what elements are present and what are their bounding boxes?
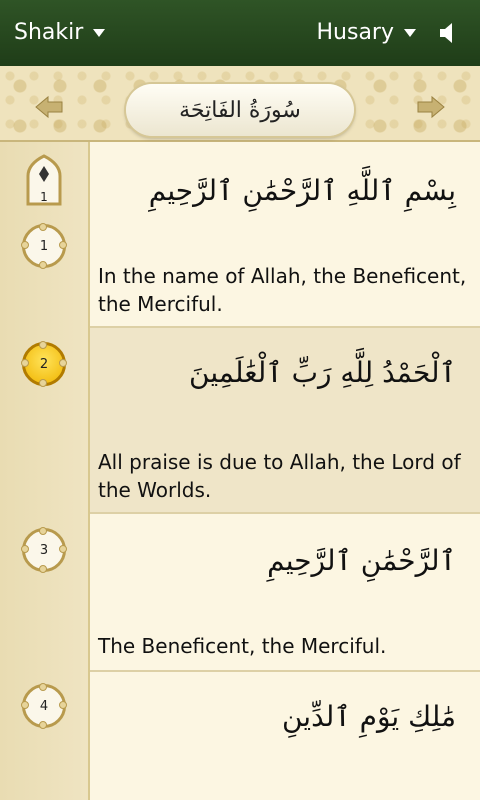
ayah-arabic: ٱلرَّحْمَٰنِ ٱلرَّحِيمِ	[267, 544, 456, 577]
ayah-arabic: مَٰلِكِ يَوْمِ ٱلدِّينِ	[281, 700, 456, 733]
dropdown-arrow-icon	[93, 28, 106, 37]
ayah-number: 1	[39, 238, 49, 254]
ayah-row[interactable]: ٱلرَّحْمَٰنِ ٱلرَّحِيمِ The Beneficent, …	[90, 514, 480, 672]
ayah-number-badge[interactable]: 3	[21, 527, 67, 573]
ayah-translation: The Beneficent, the Merciful.	[98, 634, 387, 658]
surah-title: سُورَةُ الفَاتِحَة	[126, 84, 354, 136]
juz-marker-label: 1	[40, 190, 48, 204]
ayah-number-badge[interactable]: 2	[21, 341, 67, 387]
ayah-number: 2	[39, 356, 49, 372]
ayah-row[interactable]: بِسْمِ ٱللَّهِ ٱلرَّحْمَٰنِ ٱلرَّحِيمِ I…	[90, 142, 480, 328]
ayah-arabic: بِسْمِ ٱللَّهِ ٱلرَّحْمَٰنِ ٱلرَّحِيمِ	[148, 174, 456, 207]
reciter-label: Husary	[316, 20, 395, 45]
surah-title-text: سُورَةُ الفَاتِحَة	[179, 97, 301, 123]
ayah-number-badge[interactable]: 4	[21, 683, 67, 729]
translation-selector[interactable]: Shakir	[14, 20, 106, 45]
ayah-list[interactable]: بِسْمِ ٱللَّهِ ٱلرَّحْمَٰنِ ٱلرَّحِيمِ I…	[0, 142, 480, 800]
ayah-number-badge[interactable]: 1	[21, 223, 67, 269]
ayah-row[interactable]: مَٰلِكِ يَوْمِ ٱلدِّينِ	[90, 672, 480, 800]
speaker-icon[interactable]	[438, 20, 458, 46]
ayah-translation: In the name of Allah, the Beneficent, th…	[98, 264, 467, 316]
arrow-left-icon[interactable]	[34, 92, 64, 122]
top-bar: Shakir Husary	[0, 0, 480, 66]
dropdown-arrow-icon	[404, 28, 416, 37]
translation-label: Shakir	[14, 20, 84, 45]
ayah-number: 3	[39, 542, 49, 558]
ayah-translation: All praise is due to Allah, the Lord of …	[98, 450, 461, 502]
ayah-number: 4	[39, 698, 49, 714]
arrow-right-icon[interactable]	[416, 92, 446, 122]
ayah-row[interactable]: ٱلْحَمْدُ لِلَّهِ رَبِّ ٱلْعَٰلَمِينَ Al…	[90, 328, 480, 514]
reciter-selector[interactable]: Husary	[316, 20, 416, 45]
ayah-arabic: ٱلْحَمْدُ لِلَّهِ رَبِّ ٱلْعَٰلَمِينَ	[189, 356, 456, 389]
